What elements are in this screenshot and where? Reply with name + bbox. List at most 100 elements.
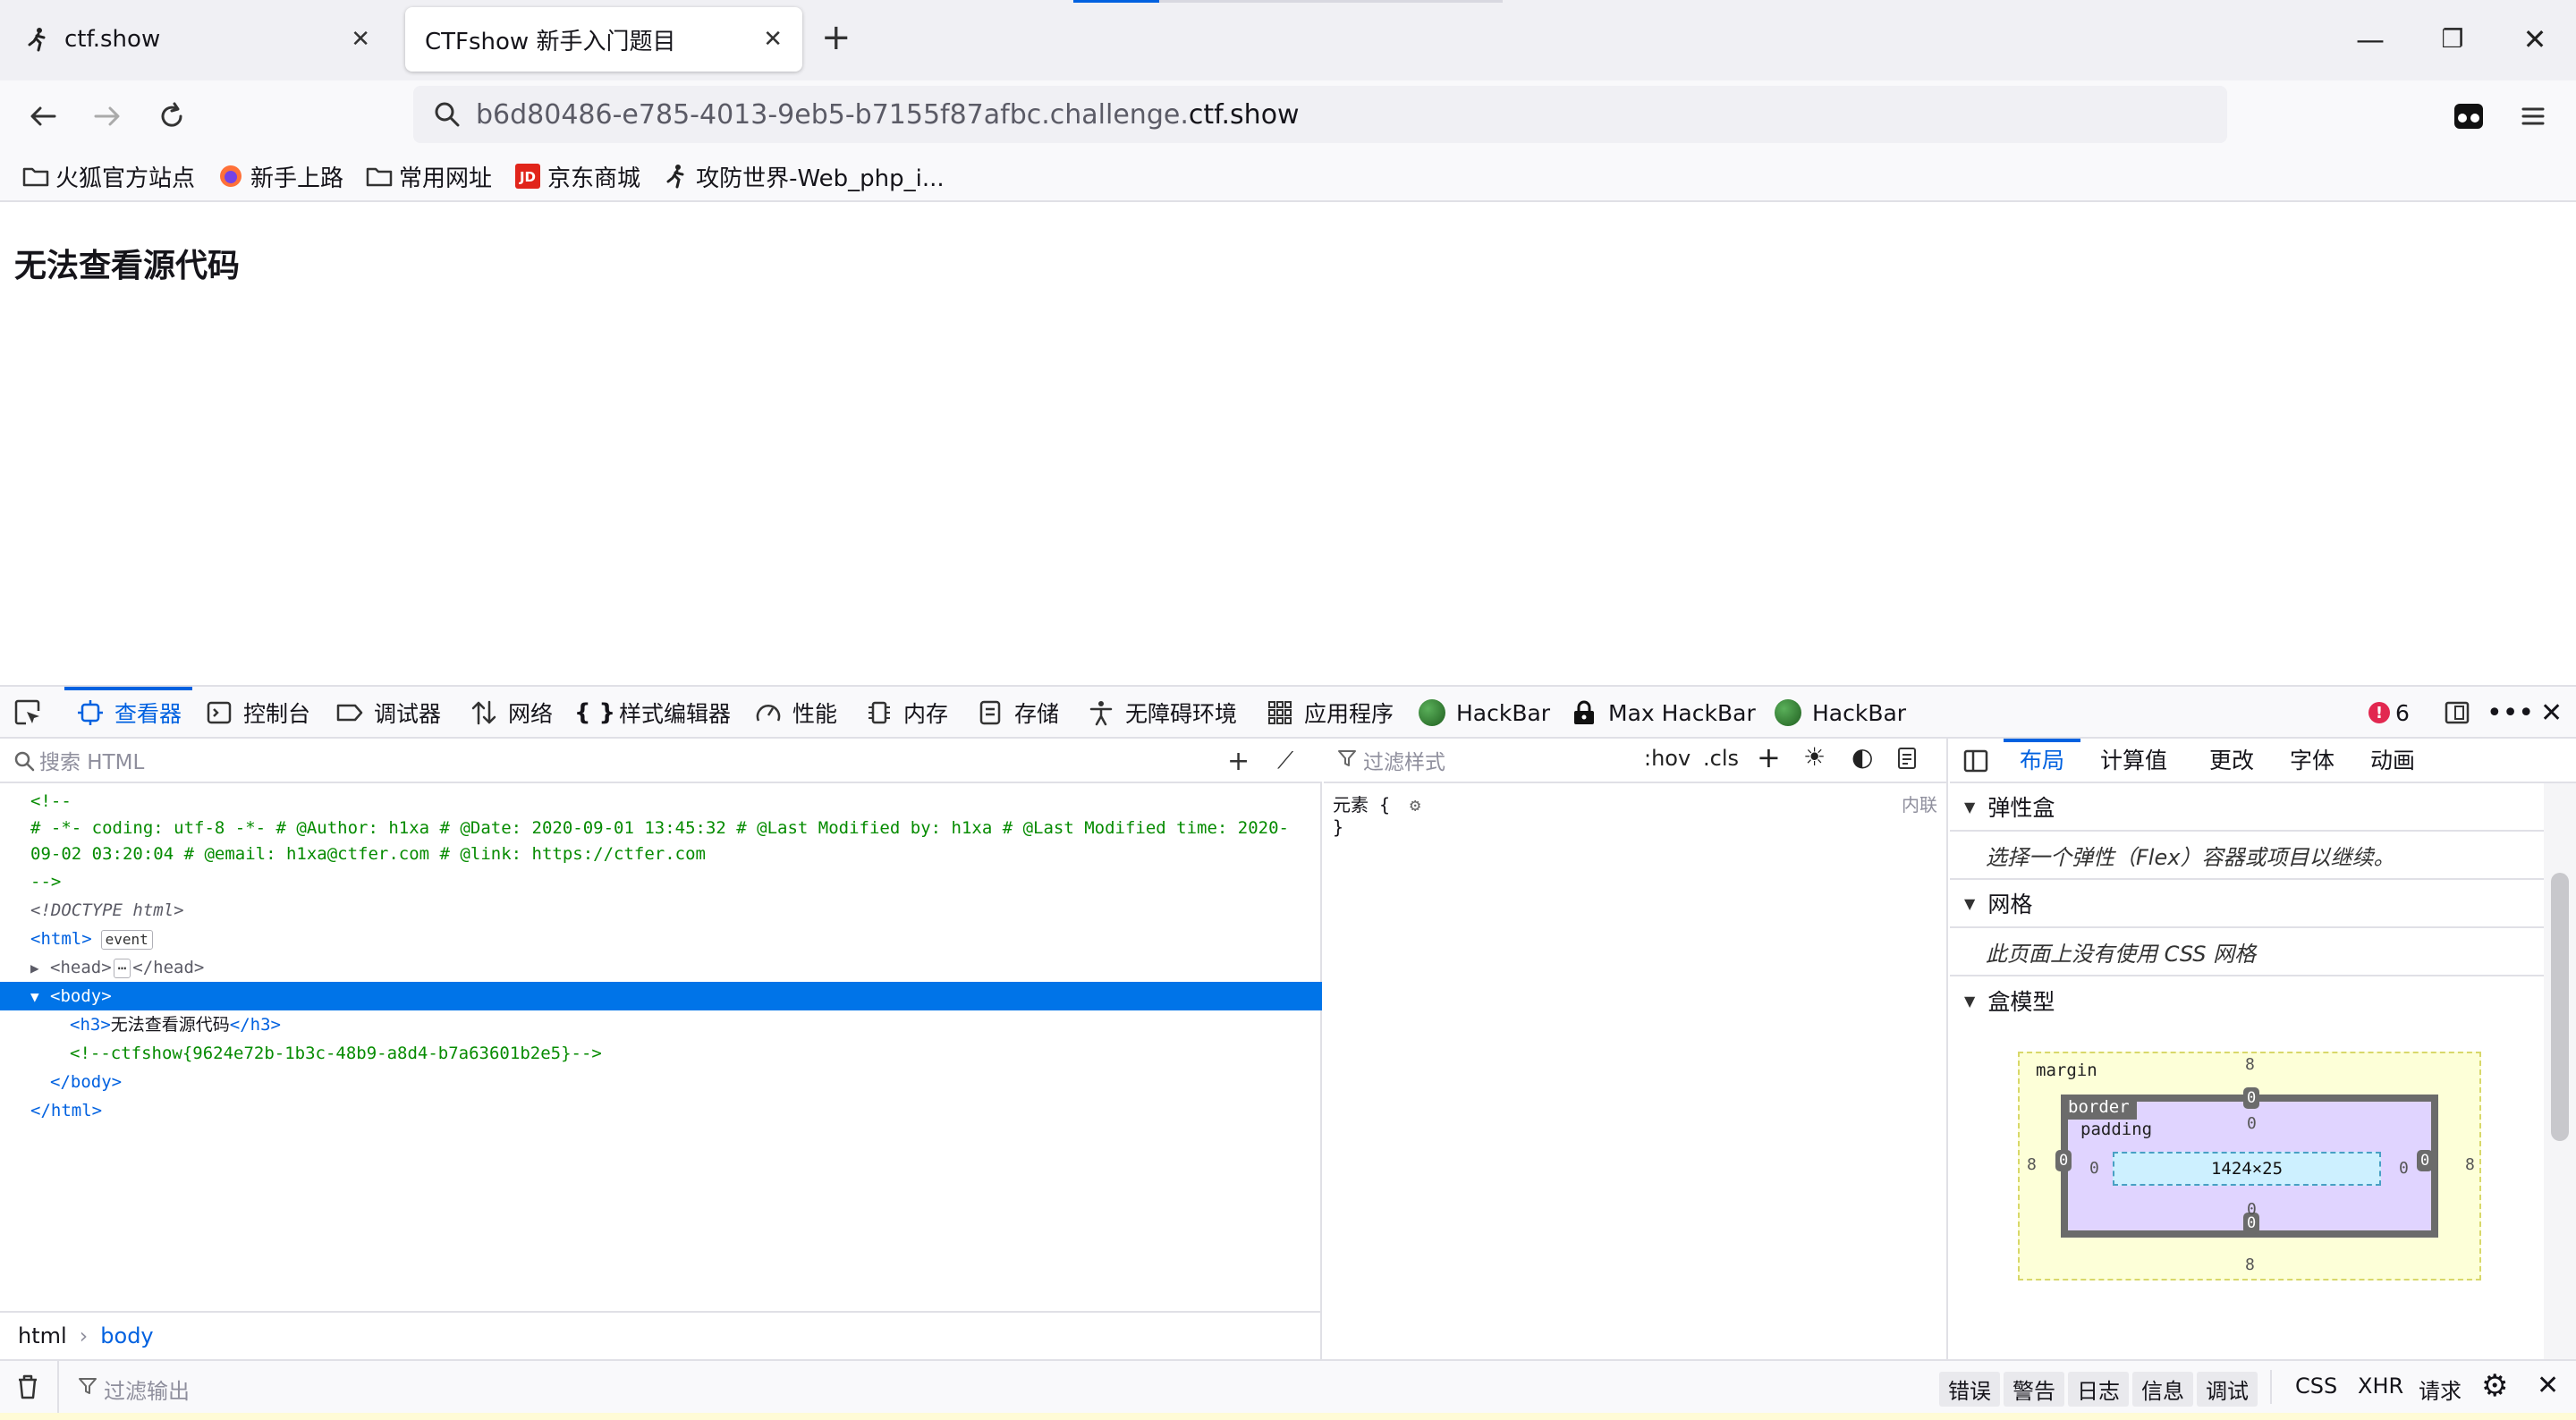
minimize-button[interactable]: — [2349, 18, 2392, 61]
box-model-margin[interactable]: margin 8 8 8 8 border 0 0 0 0 padding 0 … [2018, 1052, 2481, 1281]
boxmodel-section-header[interactable]: ▼ 盒模型 [1950, 976, 2544, 1025]
border-top[interactable]: 0 [2243, 1087, 2260, 1109]
padding-right[interactable]: 0 [2399, 1159, 2409, 1178]
search-input[interactable]: 搜索 HTML [39, 745, 144, 775]
element-picker-button[interactable] [13, 687, 52, 739]
gear-icon[interactable]: ⚙ [1410, 794, 1420, 816]
tab-memory[interactable]: 内存 [864, 687, 948, 739]
error-count-button[interactable]: ! 6 [2368, 687, 2410, 739]
filter-logs[interactable]: 日志 [2068, 1372, 2129, 1407]
bookmark-jd[interactable]: JD 京东商城 [513, 160, 640, 193]
bookmark-firefox-official[interactable]: 火狐官方站点 [21, 160, 195, 193]
filter-info[interactable]: 信息 [2132, 1372, 2193, 1407]
filter-css[interactable]: CSS [2286, 1372, 2346, 1400]
add-rule-button[interactable]: + [1757, 740, 1781, 774]
tab-fonts[interactable]: 字体 [2290, 739, 2334, 783]
tab-layout[interactable]: 布局 [2003, 739, 2081, 783]
markup-body-close[interactable]: </body> [0, 1068, 1322, 1096]
trash-icon[interactable] [16, 1374, 39, 1406]
element-rule[interactable]: 元素 { ⚙ [1333, 790, 1937, 816]
restore-button[interactable]: ❐ [2431, 18, 2474, 61]
tab-console[interactable]: 控制台 [204, 687, 310, 739]
margin-right[interactable]: 8 [2465, 1155, 2475, 1174]
collapsed-badge[interactable]: ⋯ [113, 958, 131, 978]
forward-button[interactable] [84, 93, 131, 139]
tab-accessibility[interactable]: 无障碍环境 [1086, 687, 1237, 739]
light-mode-icon[interactable]: ☀ [1803, 742, 1826, 772]
filter-errors[interactable]: 错误 [1939, 1372, 2000, 1407]
print-media-icon[interactable] [1896, 746, 1918, 776]
filter-styles-input[interactable]: 过滤样式 [1363, 745, 1445, 775]
markup-flag-comment[interactable]: <!--ctfshow{9624e72b-1b3c-48b9-a8d4-b7a6… [0, 1039, 1322, 1068]
filter-requests[interactable]: 请求 [2410, 1372, 2470, 1407]
tab-ctf-show[interactable]: ctf.show ✕ [5, 7, 390, 72]
tab-hackbar[interactable]: HackBar [1417, 687, 1550, 739]
event-badge[interactable]: event [100, 929, 153, 950]
tab-application[interactable]: 应用程序 [1265, 687, 1394, 739]
devtools-close-button[interactable]: ✕ [2540, 687, 2563, 739]
padding-top[interactable]: 0 [2247, 1114, 2257, 1133]
tab-performance[interactable]: 性能 [753, 687, 837, 739]
padding-left[interactable]: 0 [2089, 1159, 2099, 1178]
close-tab-icon[interactable]: ✕ [763, 26, 783, 53]
markup-html-open[interactable]: <html> event [0, 925, 1322, 953]
close-tab-icon[interactable]: ✕ [351, 26, 370, 53]
bookmark-adworld[interactable]: 攻防世界-Web_php_i... [662, 160, 945, 193]
breadcrumb-body[interactable]: body [100, 1323, 153, 1348]
tab-computed[interactable]: 计算值 [2100, 739, 2167, 783]
tab-debugger[interactable]: 调试器 [335, 687, 441, 739]
dark-mode-icon[interactable]: ◐ [1852, 742, 1873, 772]
margin-left[interactable]: 8 [2027, 1155, 2037, 1174]
tab-hackbar-2[interactable]: HackBar [1773, 687, 1906, 739]
toggle-sidebar-icon[interactable] [1962, 748, 1989, 780]
tab-network[interactable]: 网络 [469, 687, 553, 739]
grid-section-header[interactable]: ▼ 网格 [1950, 880, 2544, 928]
tab-style-editor[interactable]: { } 样式编辑器 [574, 687, 731, 739]
padding-bottom[interactable]: 0 [2247, 1200, 2257, 1219]
border-right[interactable]: 0 [2417, 1150, 2434, 1171]
layout-scrollbar[interactable] [2544, 783, 2576, 1359]
markup-comment-close[interactable]: --> [0, 867, 1322, 896]
devtools-menu-button[interactable]: ••• [2487, 687, 2534, 739]
bookmark-common-sites[interactable]: 常用网址 [365, 160, 492, 193]
tab-animations[interactable]: 动画 [2370, 739, 2415, 783]
margin-top[interactable]: 8 [2245, 1055, 2255, 1074]
box-model-border[interactable]: border 0 0 0 0 padding 0 0 0 0 1424×25 [2055, 1087, 2438, 1238]
tab-changes[interactable]: 更改 [2209, 739, 2254, 783]
markup-comment-body[interactable]: # -*- coding: utf-8 -*- # @Author: h1xa … [0, 816, 1322, 867]
class-toggle[interactable]: .cls [1703, 746, 1739, 771]
box-model-content[interactable]: 1424×25 [2113, 1152, 2381, 1186]
markup-h3[interactable]: <h3>无法查看源代码</h3> [0, 1010, 1322, 1039]
responsive-design-button[interactable] [2442, 687, 2481, 739]
tab-max-hackbar[interactable]: Max HackBar [1569, 687, 1756, 739]
tab-ctfshow-newbie[interactable]: CTFshow 新手入门题目 ✕ [405, 7, 802, 72]
url-bar[interactable]: b6d80486-e785-4013-9eb5-b7155f87afbc.cha… [413, 86, 2227, 143]
tab-inspector[interactable]: 查看器 [64, 687, 193, 739]
reload-button[interactable] [148, 93, 195, 139]
console-filter-input[interactable]: 过滤输出 [104, 1374, 190, 1405]
new-tab-button[interactable]: + [821, 20, 852, 55]
expand-arrow-icon[interactable]: ▶ [30, 954, 47, 983]
markup-body-selected[interactable]: ▼ <body> [0, 982, 1322, 1010]
flexbox-section-header[interactable]: ▼ 弹性盒 [1950, 783, 2544, 832]
markup-head[interactable]: ▶ <head> ⋯ </head> [0, 953, 1322, 982]
filter-xhr[interactable]: XHR [2349, 1372, 2412, 1400]
margin-bottom[interactable]: 8 [2245, 1255, 2255, 1274]
scrollbar-thumb[interactable] [2551, 873, 2569, 1141]
markup-comment-open[interactable]: <!-- [0, 787, 1322, 816]
collapse-arrow-icon[interactable]: ▼ [30, 983, 47, 1011]
tab-storage[interactable]: 存储 [975, 687, 1059, 739]
close-window-button[interactable]: ✕ [2513, 18, 2556, 61]
border-left[interactable]: 0 [2055, 1150, 2072, 1171]
rule-source[interactable]: 内联 [1902, 790, 1937, 816]
markup-doctype[interactable]: <!DOCTYPE html> [0, 896, 1322, 925]
eyedropper-icon[interactable]: ⟋ [1277, 748, 1293, 775]
breadcrumb-html[interactable]: html [18, 1323, 67, 1348]
markup-html-close[interactable]: </html> [0, 1096, 1322, 1125]
bookmark-getting-started[interactable]: 新手上路 [216, 160, 343, 193]
add-node-button[interactable]: + [1227, 746, 1250, 777]
close-icon[interactable]: ✕ [2537, 1370, 2559, 1401]
filter-warnings[interactable]: 警告 [2004, 1372, 2064, 1407]
filter-debug[interactable]: 调试 [2197, 1372, 2258, 1407]
hover-states-toggle[interactable]: :hov [1644, 746, 1690, 771]
